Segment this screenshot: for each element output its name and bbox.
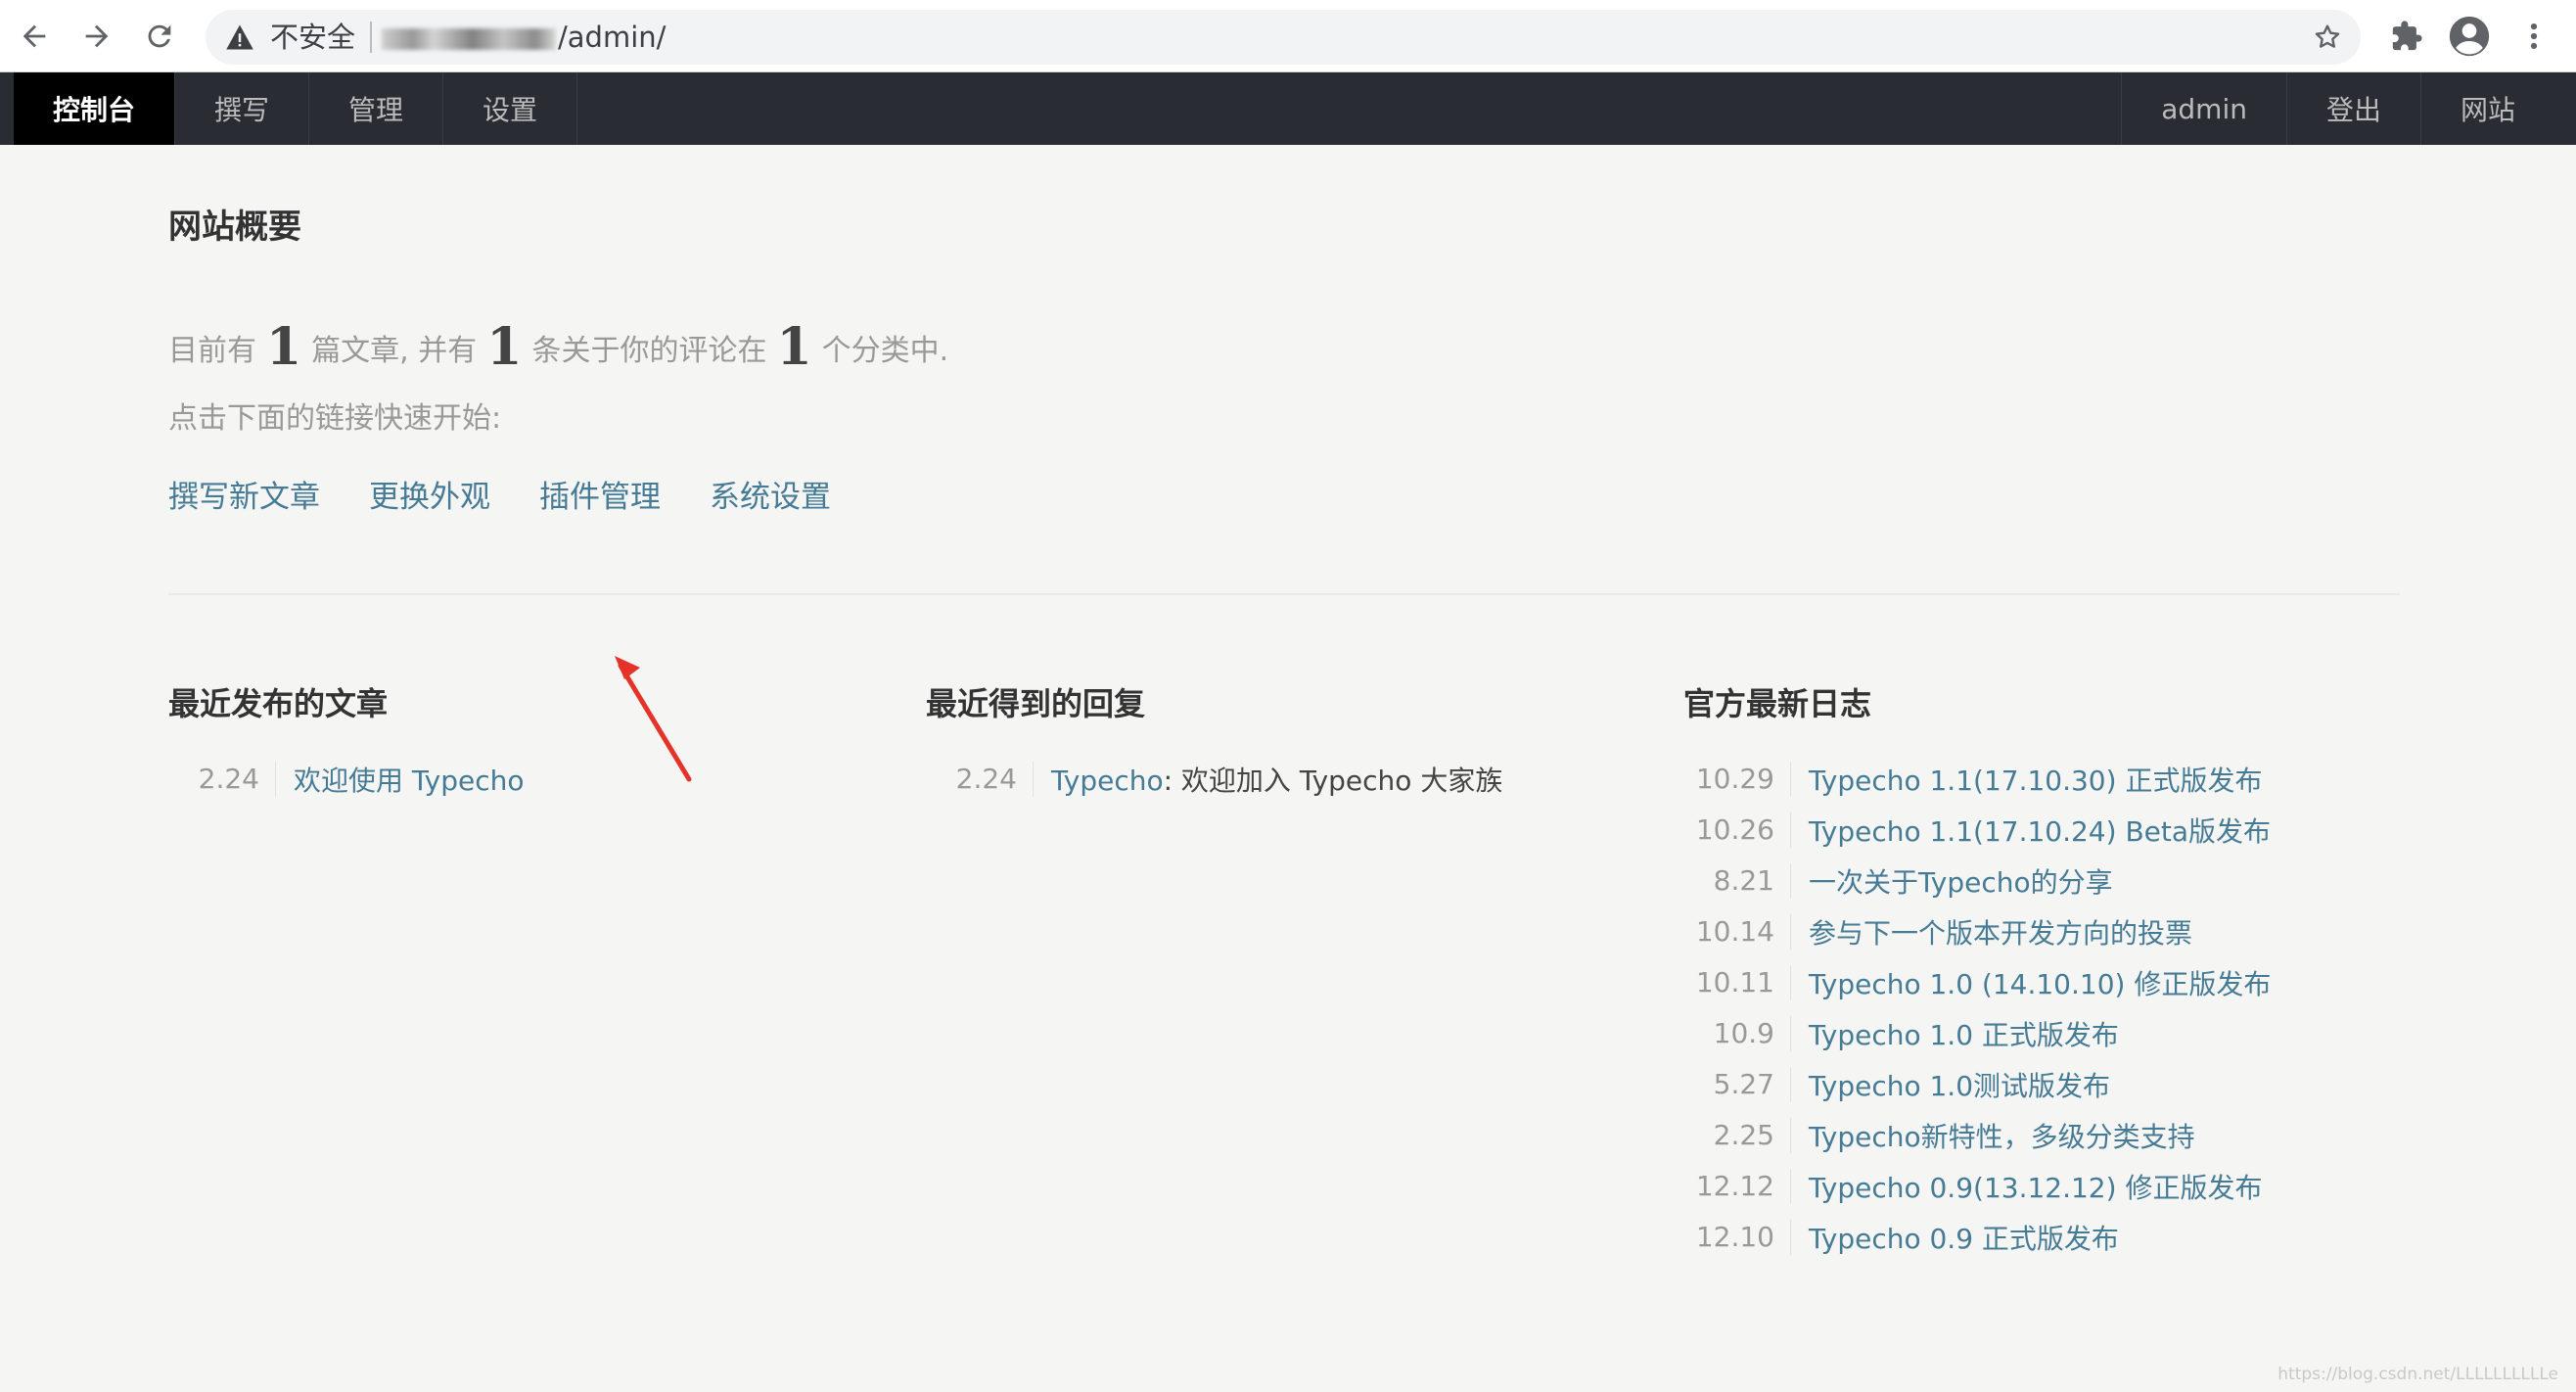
link-write-post[interactable]: 撰写新文章 <box>168 472 320 516</box>
list-item: 10.9 Typecho 1.0 正式版发布 <box>1683 1008 2408 1059</box>
list-item: 10.14 参与下一个版本开发方向的投票 <box>1683 906 2408 957</box>
item-date: 10.14 <box>1683 914 1791 950</box>
star-icon[interactable] <box>2312 22 2343 53</box>
item-date: 8.21 <box>1683 863 1791 899</box>
recent-replies-title: 最近得到的回复 <box>926 685 1146 722</box>
nav-site[interactable]: 网站 <box>2419 72 2554 145</box>
summary-text: 目前有 <box>168 334 256 368</box>
item-date: 10.9 <box>1683 1016 1791 1051</box>
official-log-title: 官方最新日志 <box>1683 685 1872 722</box>
item-date: 10.26 <box>1683 812 1791 848</box>
extensions-icon[interactable] <box>2384 14 2429 59</box>
item-date: 5.27 <box>1683 1067 1791 1102</box>
profile-icon[interactable] <box>2447 14 2492 59</box>
post-link[interactable]: 欢迎使用 Typecho <box>276 760 525 799</box>
section-divider <box>168 593 2400 595</box>
log-link[interactable]: 参与下一个版本开发方向的投票 <box>1791 912 2192 951</box>
log-link[interactable]: Typecho 0.9(13.12.12) 修正版发布 <box>1791 1167 2262 1206</box>
item-date: 12.10 <box>1683 1220 1791 1255</box>
address-separator <box>370 22 372 53</box>
comment-count: 1 <box>486 317 523 377</box>
nav-settings[interactable]: 设置 <box>443 72 578 145</box>
list-item: 2.25 Typecho新特性，多级分类支持 <box>1683 1110 2408 1161</box>
page-title: 网站概要 <box>168 208 301 247</box>
forward-icon[interactable] <box>72 12 121 61</box>
list-item: 10.29 Typecho 1.1(17.10.30) 正式版发布 <box>1683 754 2408 805</box>
summary-text: 篇文章, 并有 <box>311 334 478 368</box>
reload-icon[interactable] <box>135 12 184 61</box>
list-item: 10.26 Typecho 1.1(17.10.24) Beta版发布 <box>1683 805 2408 856</box>
summary-text: 个分类中. <box>821 334 949 368</box>
more-icon[interactable] <box>2511 14 2556 59</box>
reply-text: : 欢迎加入 Typecho 大家族 <box>1163 765 1503 797</box>
category-count: 1 <box>776 317 812 377</box>
recent-posts-title: 最近发布的文章 <box>168 685 389 722</box>
log-link[interactable]: Typecho新特性，多级分类支持 <box>1791 1116 2195 1155</box>
list-item: 2.24 欢迎使用 Typecho <box>168 754 893 805</box>
nav-manage[interactable]: 管理 <box>309 72 444 145</box>
reply-author-link[interactable]: Typecho <box>1051 765 1164 797</box>
item-date: 10.29 <box>1683 762 1791 797</box>
back-icon[interactable] <box>10 12 59 61</box>
log-link[interactable]: 一次关于Typecho的分享 <box>1791 861 2113 901</box>
recent-replies: 最近得到的回复 2.24 Typecho: 欢迎加入 Typecho 大家族 <box>926 679 1650 805</box>
security-label[interactable]: 不安全 <box>270 20 355 55</box>
official-log: 官方最新日志 10.29 Typecho 1.1(17.10.30) 正式版发布 … <box>1683 679 2408 1263</box>
main-menu: 控制台 撰写 管理 设置 <box>14 72 578 145</box>
link-change-theme[interactable]: 更换外观 <box>369 472 490 516</box>
nav-write[interactable]: 撰写 <box>175 72 310 145</box>
link-system-settings[interactable]: 系统设置 <box>710 472 831 516</box>
annotation-arrow-icon <box>615 656 692 782</box>
item-date: 2.24 <box>926 762 1034 797</box>
summary-text: 条关于你的评论在 <box>531 334 767 368</box>
item-date: 2.25 <box>1683 1118 1791 1153</box>
list-item: 12.12 Typecho 0.9(13.12.12) 修正版发布 <box>1683 1161 2408 1212</box>
quick-links: 撰写新文章 更换外观 插件管理 系统设置 <box>168 472 831 516</box>
site-summary: 目前有 1 篇文章, 并有 1 条关于你的评论在 1 个分类中. <box>168 317 948 377</box>
recent-posts: 最近发布的文章 2.24 欢迎使用 Typecho <box>168 679 893 805</box>
list-item: 10.11 Typecho 1.0 (14.10.10) 修正版发布 <box>1683 957 2408 1008</box>
list-item: 2.24 Typecho: 欢迎加入 Typecho 大家族 <box>926 754 1650 805</box>
nav-dashboard[interactable]: 控制台 <box>14 72 176 145</box>
log-link[interactable]: Typecho 1.0 正式版发布 <box>1791 1014 2119 1053</box>
item-date: 2.24 <box>168 762 276 797</box>
log-link[interactable]: Typecho 1.0测试版发布 <box>1791 1065 2110 1104</box>
nav-logout[interactable]: 登出 <box>2285 72 2420 145</box>
url-text[interactable]: /admin/ <box>382 20 666 55</box>
list-item: 8.21 一次关于Typecho的分享 <box>1683 856 2408 906</box>
redacted-host <box>382 28 556 50</box>
item-date: 10.11 <box>1683 965 1791 1000</box>
nav-user-admin[interactable]: admin <box>2121 72 2286 145</box>
admin-nav: 控制台 撰写 管理 设置 admin 登出 网站 <box>0 72 2576 145</box>
item-date: 12.12 <box>1683 1169 1791 1204</box>
list-item: 5.27 Typecho 1.0测试版发布 <box>1683 1059 2408 1110</box>
log-link[interactable]: Typecho 1.1(17.10.30) 正式版发布 <box>1791 760 2262 799</box>
reply-entry: Typecho: 欢迎加入 Typecho 大家族 <box>1034 760 1502 799</box>
list-item: 12.10 Typecho 0.9 正式版发布 <box>1683 1212 2408 1263</box>
warning-icon[interactable] <box>225 23 254 51</box>
address-bar[interactable]: 不安全 /admin/ <box>206 10 2361 65</box>
quick-start-hint: 点击下面的链接快速开始: <box>168 401 502 436</box>
user-menu: admin 登出 网站 <box>2121 72 2554 145</box>
log-link[interactable]: Typecho 1.1(17.10.24) Beta版发布 <box>1791 811 2271 850</box>
watermark: https://blog.csdn.net/LLLLLLLLLLe <box>2277 1365 2558 1384</box>
log-link[interactable]: Typecho 0.9 正式版发布 <box>1791 1218 2119 1257</box>
post-count: 1 <box>266 317 302 377</box>
link-plugins[interactable]: 插件管理 <box>539 472 661 516</box>
log-link[interactable]: Typecho 1.0 (14.10.10) 修正版发布 <box>1791 963 2271 1002</box>
browser-toolbar: 不安全 /admin/ <box>0 0 2576 72</box>
